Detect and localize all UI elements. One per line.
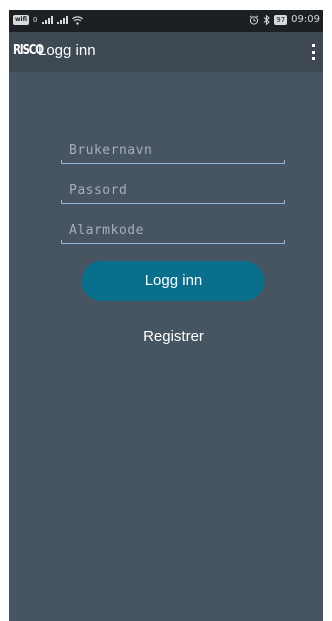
username-input[interactable]: [61, 138, 285, 162]
page-title: Logg inn: [38, 42, 96, 59]
register-link[interactable]: Registrer: [82, 328, 265, 345]
status-bar-left: wifi 0: [13, 15, 83, 25]
alarm-clock-icon: [249, 14, 259, 25]
signal-strength-icon-2: [56, 16, 68, 24]
password-underline: [61, 200, 285, 204]
status-bar: wifi 0 97 09:09: [9, 10, 323, 32]
password-input[interactable]: [61, 178, 285, 202]
carrier-badge: wifi: [13, 15, 30, 25]
bluetooth-icon: [263, 14, 270, 25]
username-underline: [61, 160, 285, 164]
app-screen: wifi 0 97 09:09 RISCO Logg inn Brukernav…: [9, 10, 323, 621]
status-bar-right: 97 09:09: [249, 14, 320, 25]
app-bar: RISCO Logg inn: [9, 32, 323, 72]
overflow-menu-icon[interactable]: [309, 44, 317, 60]
network-indicator: 0: [33, 16, 38, 24]
status-time: 09:09: [291, 14, 320, 25]
alarm-code-underline: [61, 240, 285, 244]
signal-strength-icon: [41, 16, 53, 24]
battery-indicator: 97: [274, 14, 288, 25]
username-field: [61, 138, 285, 164]
password-field: [61, 178, 285, 204]
alarmcode-field: [61, 218, 285, 244]
login-button[interactable]: Logg inn: [82, 261, 265, 301]
alarm-code-input[interactable]: [61, 218, 285, 242]
wifi-icon: [71, 15, 83, 25]
